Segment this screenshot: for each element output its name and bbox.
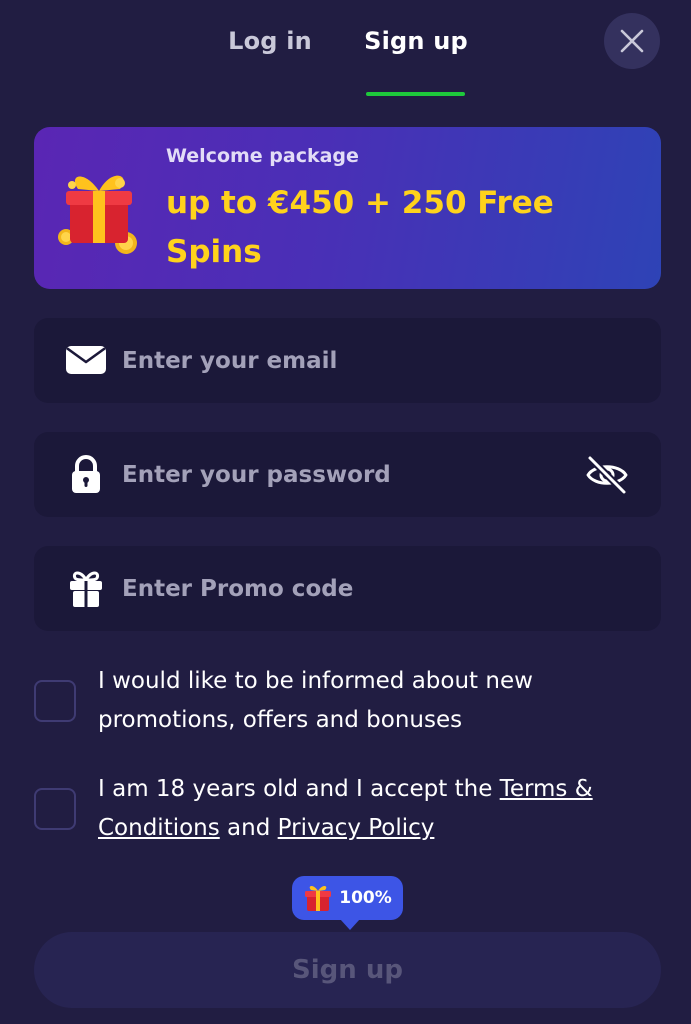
terms-prefix: I am 18 years old and I accept the — [98, 776, 500, 802]
email-field — [34, 318, 661, 403]
promotions-checkbox[interactable] — [34, 680, 76, 722]
promotions-consent: I would like to be informed about new pr… — [34, 662, 661, 742]
password-field — [34, 432, 661, 517]
tab-login[interactable]: Log in — [222, 24, 318, 58]
terms-checkbox[interactable] — [34, 788, 76, 830]
banner-title: up to €450 + 250 Free Spins — [166, 185, 554, 270]
password-input[interactable] — [122, 432, 592, 517]
signup-submit-button[interactable]: Sign up — [34, 932, 661, 1008]
promotions-consent-text: I would like to be informed about new pr… — [98, 668, 533, 733]
privacy-link[interactable]: Privacy Policy — [278, 815, 435, 841]
terms-consent: I am 18 years old and I accept the Terms… — [34, 770, 661, 850]
terms-consent-text: I am 18 years old and I accept the Terms… — [98, 770, 658, 848]
envelope-icon — [66, 346, 106, 374]
welcome-banner[interactable]: Welcome package up to €450 + 250 Free Sp… — [34, 127, 661, 289]
gift-box-icon — [58, 175, 137, 254]
eye-off-icon — [586, 454, 628, 496]
close-button[interactable] — [604, 13, 660, 69]
banner-subtitle: Welcome package — [166, 145, 359, 167]
close-icon — [620, 29, 644, 53]
password-visibility-toggle[interactable] — [582, 450, 632, 500]
terms-middle: and — [219, 815, 278, 841]
promo-code-input[interactable] — [122, 546, 592, 631]
lock-icon — [72, 455, 100, 493]
promo-field — [34, 546, 661, 631]
bonus-badge: 100% — [292, 876, 403, 930]
gift-icon — [305, 885, 332, 911]
active-tab-indicator — [366, 92, 465, 96]
email-input[interactable] — [122, 318, 592, 403]
auth-tabs: Log in Sign up — [0, 0, 691, 100]
badge-text: 100% — [339, 888, 392, 908]
signup-screen: Log in Sign up Welcome package up to €45… — [0, 0, 691, 1024]
gift-icon — [70, 571, 102, 607]
tab-signup[interactable]: Sign up — [360, 24, 472, 58]
